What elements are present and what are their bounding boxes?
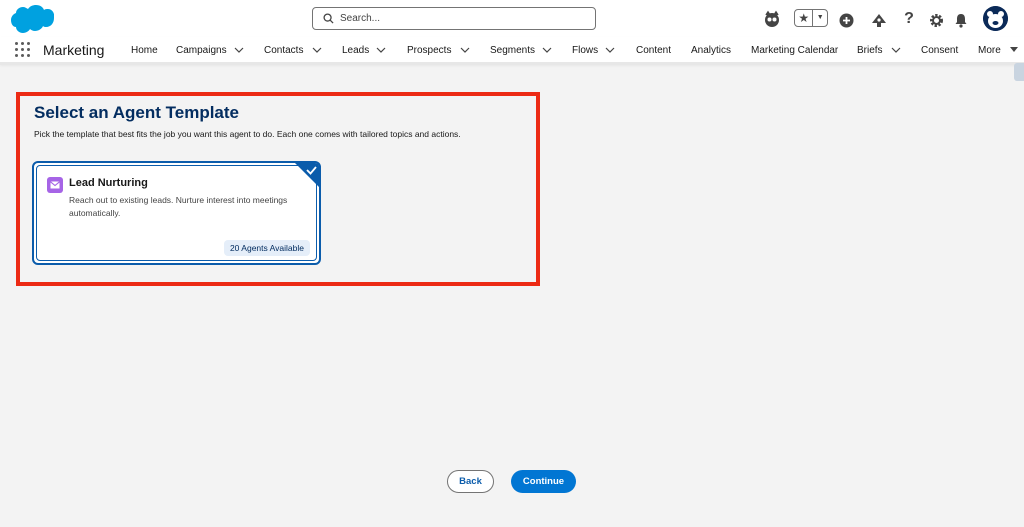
chevron-down-icon[interactable] (234, 46, 244, 54)
selected-check-icon (295, 163, 319, 187)
nav-item-segments[interactable]: Segments (490, 45, 535, 56)
help-icon[interactable]: ? (902, 8, 916, 30)
chevron-down-icon[interactable]: ▼ (813, 10, 827, 26)
nav-item-flows[interactable]: Flows (572, 45, 598, 56)
user-avatar-icon (983, 6, 1008, 31)
star-icon[interactable]: ★ (795, 10, 814, 26)
envelope-icon (47, 177, 63, 193)
chevron-down-icon[interactable] (542, 46, 552, 54)
nav-item-consent[interactable]: Consent (921, 45, 958, 56)
chevron-down-icon[interactable] (460, 46, 470, 54)
trailhead-icon[interactable] (870, 9, 888, 31)
bell-icon[interactable] (953, 9, 969, 31)
nav-item-leads[interactable]: Leads (342, 45, 369, 56)
app-launcher-icon[interactable] (15, 42, 30, 57)
navigation-bar: Marketing Home Campaigns Contacts Leads … (0, 37, 1024, 65)
nav-item-campaigns[interactable]: Campaigns (176, 45, 227, 56)
side-panel-toggle[interactable] (1014, 63, 1024, 81)
favorites-group[interactable]: ★ ▼ (794, 9, 828, 27)
nav-item-contacts[interactable]: Contacts (264, 45, 303, 56)
card-title: Lead Nurturing (69, 177, 148, 189)
chevron-down-icon[interactable] (312, 46, 322, 54)
nav-item-home[interactable]: Home (131, 45, 158, 56)
search-placeholder: Search... (340, 13, 381, 24)
back-button[interactable]: Back (447, 470, 494, 493)
search-icon (323, 13, 334, 24)
gear-icon[interactable] (928, 9, 944, 31)
page-title: Select an Agent Template (34, 103, 239, 122)
chevron-down-icon[interactable] (376, 46, 386, 54)
caret-down-icon[interactable] (1009, 45, 1019, 53)
add-icon[interactable] (838, 9, 854, 31)
nav-item-more[interactable]: More (978, 45, 1001, 56)
avatar[interactable] (983, 6, 1008, 31)
nav-item-content[interactable]: Content (636, 45, 671, 56)
app-name: Marketing (43, 42, 105, 58)
global-header: Search... ★ ▼ ? (0, 0, 1024, 37)
nav-item-marketing-calendar[interactable]: Marketing Calendar (751, 45, 838, 56)
chevron-down-icon[interactable] (605, 46, 615, 54)
page-description: Pick the template that best fits the job… (34, 129, 461, 139)
continue-button[interactable]: Continue (511, 470, 576, 493)
chevron-down-icon[interactable] (891, 46, 901, 54)
nav-item-briefs[interactable]: Briefs (857, 45, 883, 56)
nav-item-analytics[interactable]: Analytics (691, 45, 731, 56)
card-description: Reach out to existing leads. Nurture int… (69, 195, 288, 218)
template-card-lead-nurturing[interactable]: Lead Nurturing Reach out to existing lea… (32, 161, 321, 265)
nav-item-prospects[interactable]: Prospects (407, 45, 451, 56)
search-input[interactable]: Search... (312, 7, 596, 30)
agents-available-badge: 20 Agents Available (223, 240, 310, 256)
salesforce-logo-icon[interactable] (10, 4, 54, 34)
astro-icon[interactable] (762, 8, 782, 30)
